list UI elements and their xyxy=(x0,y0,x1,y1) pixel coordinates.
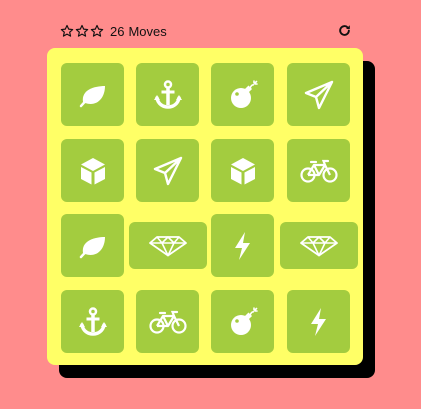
card-leaf[interactable] xyxy=(61,214,124,277)
leaf-icon xyxy=(79,85,105,107)
bomb-icon xyxy=(230,79,258,108)
star-icon xyxy=(90,24,104,38)
card-bolt[interactable] xyxy=(211,214,274,277)
card-anchor[interactable] xyxy=(61,290,124,353)
bicycle-icon xyxy=(299,159,338,183)
card-leaf[interactable] xyxy=(61,63,124,126)
score-panel: 26 Moves xyxy=(60,18,352,44)
bicycle-icon xyxy=(148,310,187,334)
cube-icon xyxy=(80,157,105,184)
paper-plane-icon xyxy=(304,80,333,109)
card-paper-plane[interactable] xyxy=(287,63,350,126)
card-diamond[interactable] xyxy=(129,222,207,269)
card-bolt[interactable] xyxy=(287,290,350,353)
card-diamond[interactable] xyxy=(280,222,358,269)
restart-icon xyxy=(339,25,350,36)
diamond-icon xyxy=(149,235,187,256)
anchor-icon xyxy=(153,79,182,109)
star-icon xyxy=(60,24,74,38)
card-cube[interactable] xyxy=(61,139,124,202)
leaf-icon xyxy=(79,236,105,258)
card-bomb[interactable] xyxy=(211,63,274,126)
anchor-icon xyxy=(78,306,107,336)
card-deck xyxy=(47,48,363,365)
diamond-icon xyxy=(300,235,338,256)
star-rating xyxy=(60,24,104,38)
card-cube[interactable] xyxy=(211,139,274,202)
star-icon xyxy=(75,24,89,38)
card-bicycle[interactable] xyxy=(136,290,199,353)
cube-icon xyxy=(230,157,255,184)
moves-count: 26 xyxy=(110,23,125,39)
bolt-icon xyxy=(234,231,250,260)
moves-counter: 26 Moves xyxy=(110,24,167,39)
card-anchor[interactable] xyxy=(136,63,199,126)
card-paper-plane[interactable] xyxy=(136,139,199,202)
restart-button[interactable] xyxy=(337,23,352,38)
bolt-icon xyxy=(310,307,326,336)
card-bomb[interactable] xyxy=(211,290,274,353)
moves-label: Moves xyxy=(128,23,167,39)
bomb-icon xyxy=(230,306,258,335)
card-bicycle[interactable] xyxy=(287,139,350,202)
paper-plane-icon xyxy=(153,156,182,185)
